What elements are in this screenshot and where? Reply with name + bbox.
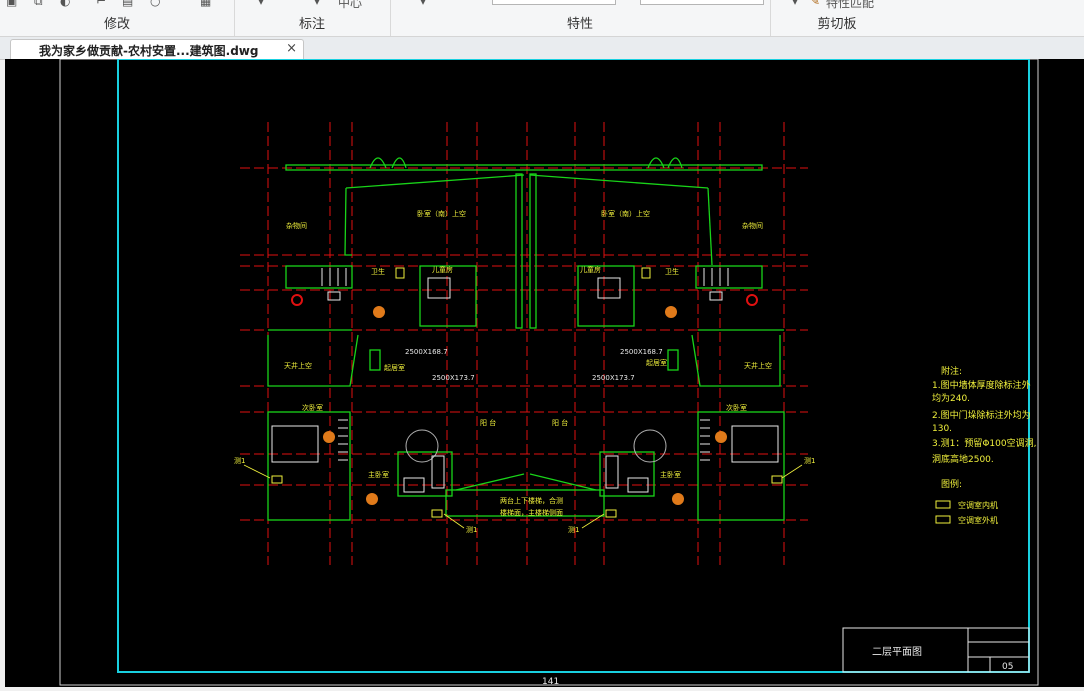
room-label: 起居室 <box>646 358 667 367</box>
ribbon-group-annotate: ▾ ▾ 中心 标注 <box>234 0 391 36</box>
room-label: 卧室（南）上空 <box>601 209 650 218</box>
drawing-title: 二层平面图 <box>872 646 922 658</box>
frame-border <box>117 58 1030 673</box>
room-label: 次卧室 <box>302 403 323 412</box>
note-line: 1.图中墙体厚度除标注外 <box>932 379 1031 391</box>
ribbon-group-label: 标注 <box>298 17 325 32</box>
document-tab-bar: 我为家乡做贡献-农村安置...建筑图.dwg × <box>0 37 1084 60</box>
fillet-icon[interactable]: ▤ <box>122 0 133 8</box>
ribbon-group-label: 剪切板 <box>817 17 857 32</box>
room-label: 天井上空 <box>744 361 772 370</box>
dimension-label: 2500X168.7 <box>620 348 663 356</box>
dimension-label: 2500X173.7 <box>432 374 475 382</box>
ribbon-group-label: 特性 <box>566 17 593 32</box>
match-properties-button[interactable]: 特性匹配 <box>826 0 874 11</box>
room-label: 杂物间 <box>286 221 307 230</box>
ac-marker: 测1 <box>234 457 245 465</box>
note-line: 130. <box>932 424 952 434</box>
ribbon-group-properties: ▾ 特性 <box>390 0 771 36</box>
notes-block: 附注: 1.图中墙体厚度除标注外 均为240. 2.图中门垛除标注外均为 130… <box>932 365 1036 525</box>
page-number: 141 <box>542 677 559 687</box>
ac-markers: 测1 测1 测1 测1 <box>234 457 815 534</box>
room-label: 天井上空 <box>284 361 312 370</box>
room-label: 阳 台 <box>552 418 568 427</box>
document-tab-title: 我为家乡做贡献-农村安置...建筑图.dwg <box>39 44 259 58</box>
dropdown-icon[interactable]: ▾ <box>314 0 320 8</box>
drawing-canvas[interactable]: 杂物间 杂物间 卧室（南）上空 卧室（南）上空 卫生 卫生 儿童房 儿童房 天井… <box>5 58 1084 687</box>
ribbon-group-modify: ▣ ⧉ ◐ ⌐ ▤ ○ ▦ 修改 <box>0 0 235 36</box>
match-properties-icon[interactable]: ✎ <box>810 0 820 8</box>
document-tab[interactable]: 我为家乡做贡献-农村安置...建筑图.dwg × <box>10 39 304 60</box>
room-label: 卧室（南）上空 <box>417 209 466 218</box>
legend-swatch-indoor <box>935 500 951 509</box>
room-label: 卫生 <box>371 267 385 276</box>
linetype-select[interactable] <box>640 0 764 5</box>
color-select[interactable] <box>492 0 616 5</box>
note-line: 均为240. <box>932 392 970 404</box>
plants <box>291 294 758 505</box>
ac-marker: 测1 <box>568 526 579 534</box>
room-label: 阳 台 <box>480 418 496 427</box>
legend-item: 空调室外机 <box>958 515 998 525</box>
room-label: 次卧室 <box>726 403 747 412</box>
room-label: 杂物间 <box>742 221 763 230</box>
scale-icon[interactable]: ▦ <box>200 0 211 8</box>
room-label: 主卧室 <box>660 470 681 479</box>
legend-title: 图例: <box>941 478 962 490</box>
note-line: 洞底高地2500. <box>932 453 994 465</box>
walls <box>267 157 785 521</box>
stair-note: 楼梯面，主楼梯侧面 <box>500 508 563 517</box>
move-icon[interactable]: ▣ <box>6 0 17 8</box>
close-icon[interactable]: × <box>286 41 297 56</box>
center-mark-button[interactable]: 中心 <box>338 0 362 11</box>
ribbon: ▣ ⧉ ◐ ⌐ ▤ ○ ▦ 修改 ▾ ▾ 中心 标注 ▾ 特性 ▾ ✎ 特性匹配… <box>0 0 1084 37</box>
room-label: 儿童房 <box>432 265 453 274</box>
cad-drawing: 杂物间 杂物间 卧室（南）上空 卧室（南）上空 卫生 卫生 儿童房 儿童房 天井… <box>59 58 1039 687</box>
circle-icon[interactable]: ○ <box>150 0 160 8</box>
note-line: 2.图中门垛除标注外均为 <box>932 409 1031 421</box>
room-label: 主卧室 <box>368 470 389 479</box>
room-label: 儿童房 <box>580 265 601 274</box>
stair-note: 两台上下楼梯，合测 <box>500 496 563 505</box>
room-label: 卫生 <box>665 267 679 276</box>
dropdown-icon[interactable]: ▾ <box>258 0 264 8</box>
legend-swatch-outdoor <box>935 515 951 524</box>
note-line: 3.测1：预留Φ100空调洞, <box>932 437 1036 449</box>
ribbon-group-label: 修改 <box>103 17 130 32</box>
dropdown-icon[interactable]: ▾ <box>420 0 426 8</box>
notes-title: 附注: <box>941 365 962 377</box>
dimension-labels: 2500X168.7 2500X168.7 2500X173.7 2500X17… <box>405 348 663 382</box>
legend-item: 空调室内机 <box>958 500 998 510</box>
trim-icon[interactable]: ⌐ <box>96 0 106 8</box>
dimension-label: 2500X173.7 <box>592 374 635 382</box>
ac-marker: 测1 <box>804 457 815 465</box>
ribbon-group-clipboard: ▾ ✎ 特性匹配 剪切板 <box>770 0 904 36</box>
ac-marker: 测1 <box>466 526 477 534</box>
dimension-label: 2500X168.7 <box>405 348 448 356</box>
copy-icon[interactable]: ⧉ <box>34 0 43 9</box>
sheet-border <box>59 58 1039 686</box>
sheet-number: 05 <box>1002 662 1013 672</box>
stair-hatch <box>321 268 729 461</box>
room-label: 起居室 <box>384 363 405 372</box>
rotate-icon[interactable]: ◐ <box>60 0 70 8</box>
dropdown-icon[interactable]: ▾ <box>792 0 798 8</box>
